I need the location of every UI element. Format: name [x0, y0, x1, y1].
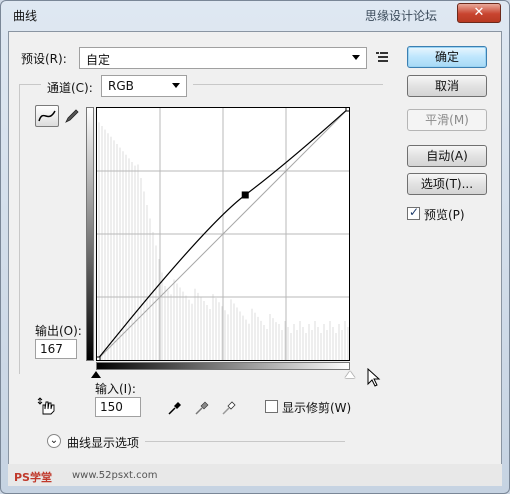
display-options-label: 曲线显示选项 [67, 436, 140, 450]
footer-bar: PS学堂 www.52psxt.com [8, 464, 502, 486]
cancel-button[interactable]: 取消 [407, 75, 487, 97]
dialog-window: 曲线 思缘设计论坛 ✕ 预设(R): 自定 通道(C): RGB 输出(O): … [0, 0, 510, 494]
eyedropper-black-icon[interactable] [167, 398, 183, 416]
footer-brand: PS学堂 [14, 471, 52, 484]
smooth-button[interactable]: 平滑(M) [407, 109, 487, 131]
input-gradient-bar [96, 362, 350, 370]
preview-label: 预览(P) [424, 208, 465, 222]
auto-button[interactable]: 自动(A) [407, 145, 487, 167]
input-label: 输入(I): [95, 382, 136, 396]
curve-svg[interactable] [93, 104, 353, 364]
options-button[interactable]: 选项(T)... [407, 173, 487, 195]
chevron-down-icon [352, 55, 360, 60]
curve-control-point[interactable] [93, 356, 101, 364]
output-gradient-bar [86, 107, 94, 361]
eyedropper-white-icon[interactable] [221, 398, 237, 416]
title-bar[interactable]: 曲线 思缘设计论坛 ✕ [1, 1, 509, 31]
curve-control-point[interactable] [345, 104, 353, 112]
pencil-icon[interactable] [63, 107, 79, 125]
list-icon[interactable] [375, 50, 389, 64]
dialog-body: 预设(R): 自定 通道(C): RGB 输出(O): 167 输入(I): 1… [8, 31, 502, 486]
group-border [193, 84, 383, 85]
curve-graph[interactable] [93, 104, 353, 364]
separator [145, 441, 345, 442]
show-clipping-label: 显示修剪(W) [282, 401, 352, 415]
mouse-cursor-icon [367, 368, 381, 387]
white-point-slider[interactable] [345, 371, 355, 378]
channel-label: 通道(C): [47, 81, 93, 95]
ok-button[interactable]: 确定 [407, 46, 487, 68]
black-point-slider[interactable] [91, 371, 101, 378]
chevron-down-icon[interactable]: ⌄ [47, 434, 61, 448]
chevron-down-icon [172, 83, 180, 88]
curve-control-point[interactable] [241, 191, 249, 199]
preview-checkbox[interactable] [407, 205, 420, 220]
input-field[interactable]: 150 [95, 397, 141, 417]
channel-select[interactable]: RGB [101, 75, 187, 97]
preset-label: 预设(R): [21, 52, 67, 66]
channel-value: RGB [108, 79, 134, 93]
close-button[interactable]: ✕ [457, 3, 501, 23]
eyedropper-gray-icon[interactable] [194, 398, 210, 416]
preset-select[interactable]: 自定 [79, 47, 367, 69]
footer-site: www.52psxt.com [72, 470, 158, 481]
output-field[interactable]: 167 [35, 339, 77, 359]
output-label: 输出(O): [35, 324, 82, 338]
curve-tool-button[interactable] [35, 105, 59, 127]
group-border [19, 84, 20, 374]
group-border [19, 84, 41, 85]
hand-adjust-icon[interactable] [37, 396, 57, 416]
watermark-text: 思缘设计论坛 [364, 9, 437, 23]
preset-value: 自定 [86, 53, 111, 67]
show-clipping-checkbox[interactable] [265, 400, 278, 413]
window-title: 曲线 [13, 9, 38, 23]
curve-icon [38, 110, 56, 122]
